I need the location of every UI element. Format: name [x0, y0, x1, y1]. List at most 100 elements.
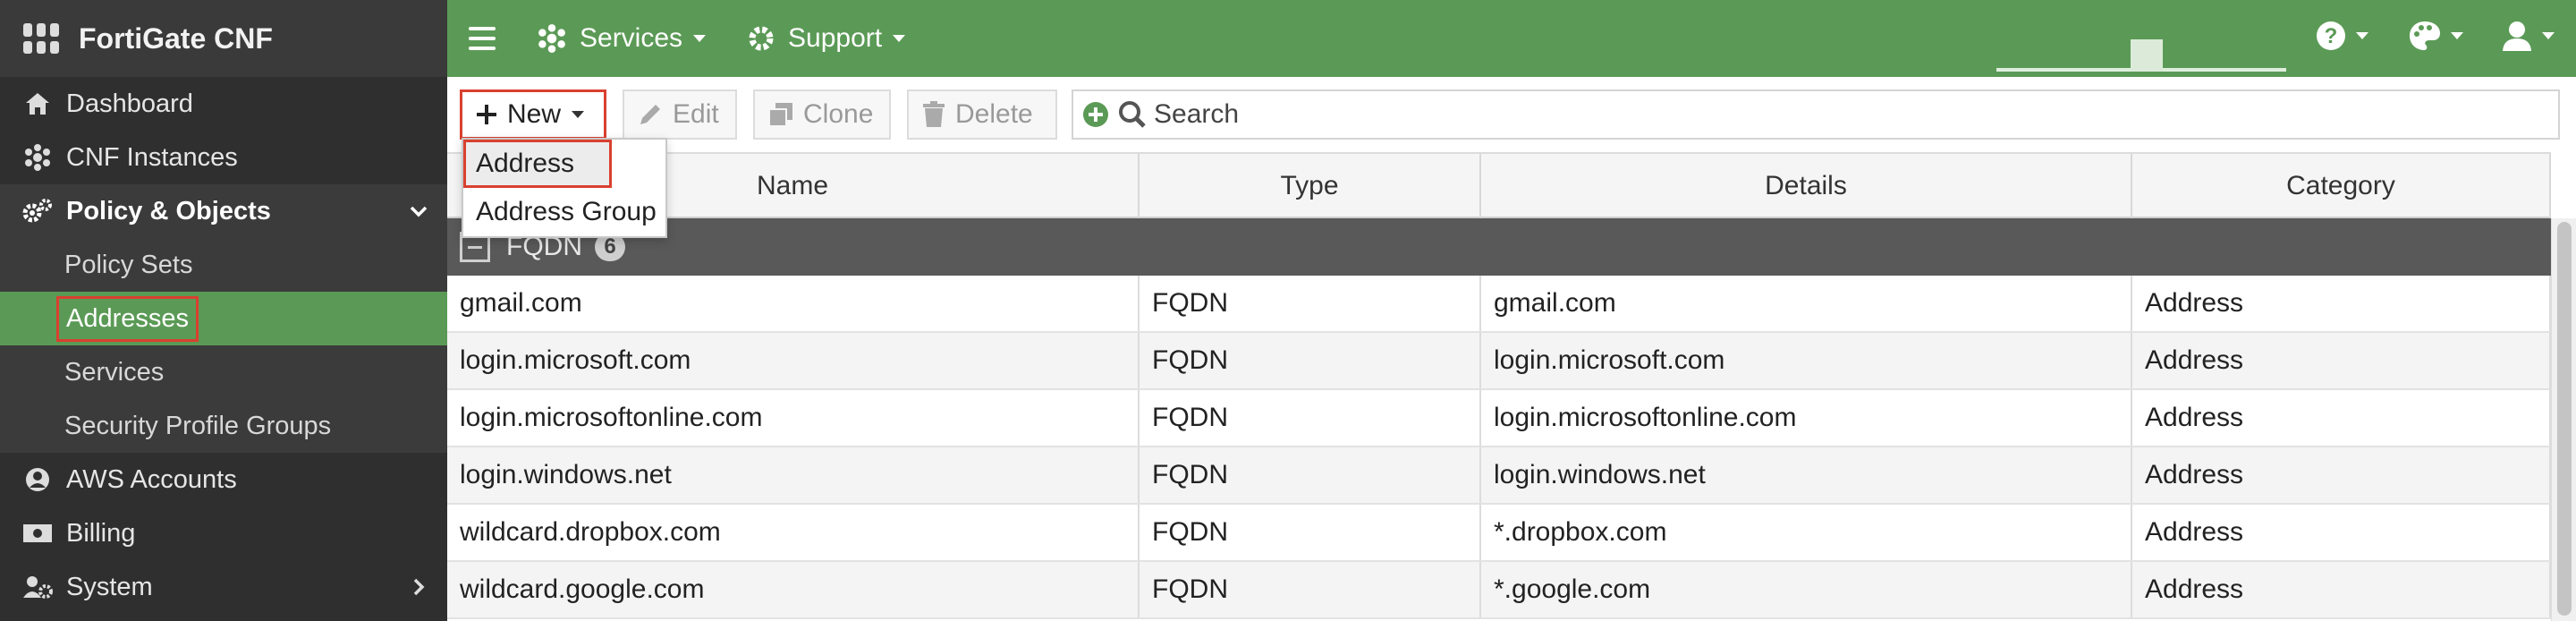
sidebar-subitem-label: Addresses	[55, 295, 199, 342]
caret-down-icon	[2542, 32, 2555, 39]
sidebar-subitem-label: Policy Sets	[64, 250, 193, 279]
cell-type: FQDN	[1140, 562, 1481, 617]
cell-type: FQDN	[1140, 447, 1481, 503]
sidebar-item-policy-objects[interactable]: Policy & Objects	[0, 184, 447, 238]
cell-category: Address	[2132, 562, 2551, 617]
new-button-label: New	[507, 99, 562, 129]
cell-name: gmail.com	[447, 276, 1140, 331]
chevron-down-icon	[410, 206, 428, 217]
sidebar-item-label: Dashboard	[66, 89, 193, 118]
user-icon	[2503, 21, 2531, 51]
gears-icon	[20, 196, 55, 226]
sidebar-item-cnf-instances[interactable]: CNF Instances	[0, 131, 447, 184]
palette-icon	[2410, 21, 2440, 50]
table-row[interactable]: login.windows.net FQDN login.windows.net…	[447, 447, 2551, 505]
home-icon	[20, 89, 55, 119]
addresses-table: Name Type Details Category FQDN 6 gmail.…	[447, 152, 2551, 621]
menu-item-address[interactable]: Address	[463, 140, 612, 188]
sidebar-subitem-addresses[interactable]: Addresses	[0, 292, 447, 345]
table-scrollbar[interactable]	[2551, 218, 2576, 621]
clone-icon	[768, 103, 792, 127]
toolbar: New Edit Clone Delete	[447, 77, 2576, 152]
sidebar-item-aws-accounts[interactable]: AWS Accounts	[0, 453, 447, 506]
app-grid-icon	[23, 23, 59, 54]
group-row-fqdn[interactable]: FQDN 6	[447, 218, 2551, 276]
cell-details: *.dropbox.com	[1481, 505, 2132, 560]
question-circle-icon: ?	[2317, 21, 2345, 50]
search-input[interactable]	[1154, 99, 2496, 130]
theme-menu-button[interactable]	[2408, 20, 2463, 52]
table-row[interactable]: wildcard.google.com FQDN *.google.com Ad…	[447, 562, 2551, 619]
users-cog-icon	[20, 572, 55, 602]
table-row[interactable]: gmail.com FQDN gmail.com Address	[447, 276, 2551, 333]
services-menu-label: Services	[580, 23, 683, 53]
column-header-details[interactable]: Details	[1481, 154, 2132, 218]
sidebar-item-dashboard[interactable]: Dashboard	[0, 77, 447, 131]
cell-type: FQDN	[1140, 333, 1481, 388]
table-header: Name Type Details Category	[447, 152, 2551, 218]
cell-name: login.microsoft.com	[447, 333, 1140, 388]
caret-down-icon	[693, 35, 707, 42]
sidebar-subitem-security-profile-groups[interactable]: Security Profile Groups	[0, 399, 447, 453]
new-button[interactable]: New	[460, 89, 606, 140]
clone-button[interactable]: Clone	[753, 89, 891, 140]
user-menu-button[interactable]	[2501, 20, 2555, 52]
table-row[interactable]: login.microsoft.com FQDN login.microsoft…	[447, 333, 2551, 390]
sidebar-subitem-label: Services	[64, 357, 165, 387]
delete-button-label: Delete	[955, 99, 1033, 129]
sidebar-item-label: Billing	[66, 518, 136, 548]
cell-type: FQDN	[1140, 390, 1481, 446]
cell-details: login.microsoft.com	[1481, 333, 2132, 388]
hamburger-icon[interactable]	[469, 27, 496, 50]
top-bar: Services Support ?	[447, 0, 2576, 77]
search-bar[interactable]	[1072, 89, 2560, 140]
help-menu-button[interactable]: ?	[2315, 20, 2368, 52]
search-icon	[1119, 101, 1146, 128]
sidebar: FortiGate CNF Dashboard CNF Instances Po…	[0, 0, 447, 621]
sidebar-subitem-policy-sets[interactable]: Policy Sets	[0, 238, 447, 292]
scrollbar-thumb[interactable]	[2557, 222, 2572, 616]
support-menu-button[interactable]: Support	[747, 23, 906, 54]
cluster-icon	[538, 24, 565, 53]
cell-category: Address	[2132, 333, 2551, 388]
cell-category: Address	[2132, 276, 2551, 331]
table-row[interactable]: wildcard.dropbox.com FQDN *.dropbox.com …	[447, 505, 2551, 562]
delete-button[interactable]: Delete	[907, 89, 1057, 140]
column-header-category[interactable]: Category	[2132, 154, 2551, 218]
plus-icon	[477, 105, 496, 124]
table-body: gmail.com FQDN gmail.com Address login.m…	[447, 276, 2551, 619]
cell-details: login.windows.net	[1481, 447, 2132, 503]
column-header-type[interactable]: Type	[1140, 154, 1481, 218]
sidebar-subitem-label: Security Profile Groups	[64, 411, 332, 440]
user-circle-icon	[20, 464, 55, 495]
add-filter-icon[interactable]	[1082, 101, 1109, 128]
money-icon	[20, 518, 55, 549]
sidebar-subitem-services[interactable]: Services	[0, 345, 447, 399]
menu-item-address-group[interactable]: Address Group	[463, 188, 665, 236]
services-menu-button[interactable]: Services	[537, 23, 707, 54]
brand-header[interactable]: FortiGate CNF	[0, 0, 447, 77]
cell-details: login.microsoftonline.com	[1481, 390, 2132, 446]
cell-type: FQDN	[1140, 276, 1481, 331]
edit-button[interactable]: Edit	[623, 89, 737, 140]
chevron-right-icon	[413, 578, 425, 596]
sidebar-item-billing[interactable]: Billing	[0, 506, 447, 560]
cluster-icon	[20, 142, 55, 173]
caret-down-icon	[2356, 32, 2368, 39]
edit-button-label: Edit	[673, 99, 719, 129]
sidebar-item-label: AWS Accounts	[66, 464, 237, 494]
sidebar-item-label: System	[66, 572, 153, 601]
caret-down-icon	[2451, 32, 2463, 39]
pencil-icon	[640, 105, 660, 124]
cell-details: *.google.com	[1481, 562, 2132, 617]
sidebar-item-system[interactable]: System	[0, 560, 447, 614]
cell-name: wildcard.google.com	[447, 562, 1140, 617]
gear-icon	[749, 26, 774, 51]
app-title: FortiGate CNF	[79, 21, 273, 55]
clone-button-label: Clone	[803, 99, 874, 129]
new-dropdown-menu: Address Address Group	[462, 138, 667, 238]
cell-category: Address	[2132, 505, 2551, 560]
cell-type: FQDN	[1140, 505, 1481, 560]
caret-down-icon	[893, 35, 906, 42]
table-row[interactable]: login.microsoftonline.com FQDN login.mic…	[447, 390, 2551, 447]
